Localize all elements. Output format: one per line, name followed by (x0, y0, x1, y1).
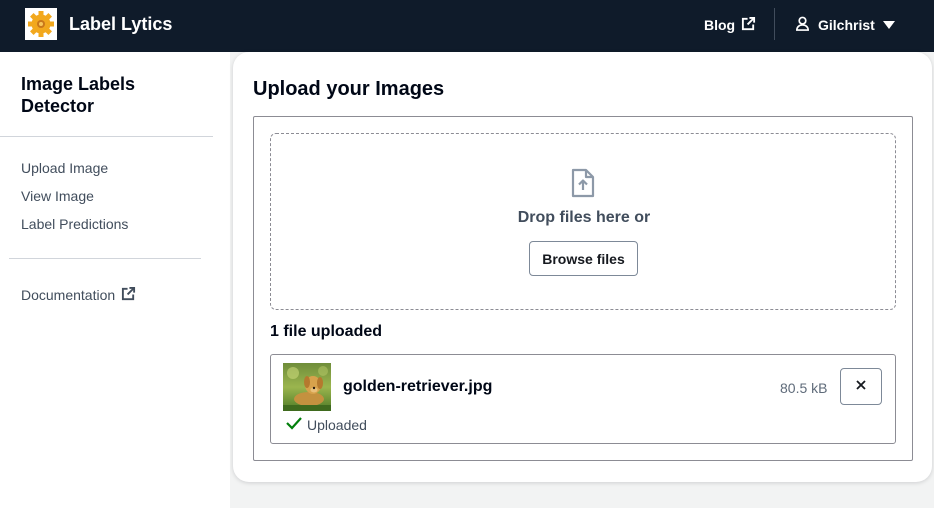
check-icon (285, 416, 303, 433)
upload-status: Uploaded (285, 416, 367, 433)
sidebar-item-label-predictions[interactable]: Label Predictions (21, 216, 128, 232)
file-dropzone[interactable]: Drop files here or Browse files (270, 133, 896, 310)
page-title: Upload your Images (253, 78, 445, 100)
user-name: Gilchrist (818, 17, 875, 33)
remove-file-button[interactable] (840, 368, 882, 405)
sidebar-item-upload-image[interactable]: Upload Image (21, 160, 108, 176)
blog-label: Blog (704, 17, 736, 33)
user-menu[interactable]: Gilchrist (795, 16, 895, 34)
side-navigation: Image Labels Detector Upload Image View … (0, 52, 230, 508)
close-icon (855, 379, 867, 394)
drop-instructions: Drop files here or (517, 209, 651, 226)
file-name: golden-retriever.jpg (343, 378, 493, 395)
caret-down-icon (882, 17, 895, 33)
sidebar-title[interactable]: Image Labels Detector (21, 73, 201, 117)
file-thumbnail (283, 363, 331, 411)
file-upload-icon (569, 168, 597, 203)
file-upload-container: Drop files here or Browse files 1 file u… (253, 116, 913, 461)
browse-files-button[interactable]: Browse files (529, 241, 638, 276)
external-link-icon (741, 16, 756, 34)
external-link-icon (121, 286, 136, 304)
blog-link[interactable]: Blog (704, 16, 756, 34)
uploaded-file-item: golden-retriever.jpg 80.5 kB Uploaded (270, 354, 896, 444)
documentation-label: Documentation (21, 287, 116, 303)
sidebar-item-view-image[interactable]: View Image (21, 188, 94, 204)
upload-card: Upload your Images Drop files here or Br… (233, 52, 932, 482)
sidebar-item-documentation[interactable]: Documentation (21, 286, 136, 304)
user-icon (795, 16, 810, 34)
uploaded-count: 1 file uploaded (270, 323, 383, 340)
sidebar-divider (0, 136, 213, 137)
gear-logo-icon[interactable] (25, 8, 57, 40)
nav-divider (774, 8, 775, 40)
app-brand[interactable]: Label Lytics (69, 14, 172, 35)
top-navigation: Label Lytics Blog Gilchrist (0, 0, 934, 52)
upload-status-label: Uploaded (307, 416, 367, 433)
file-size: 80.5 kB (780, 380, 828, 396)
sidebar-divider (9, 258, 201, 259)
